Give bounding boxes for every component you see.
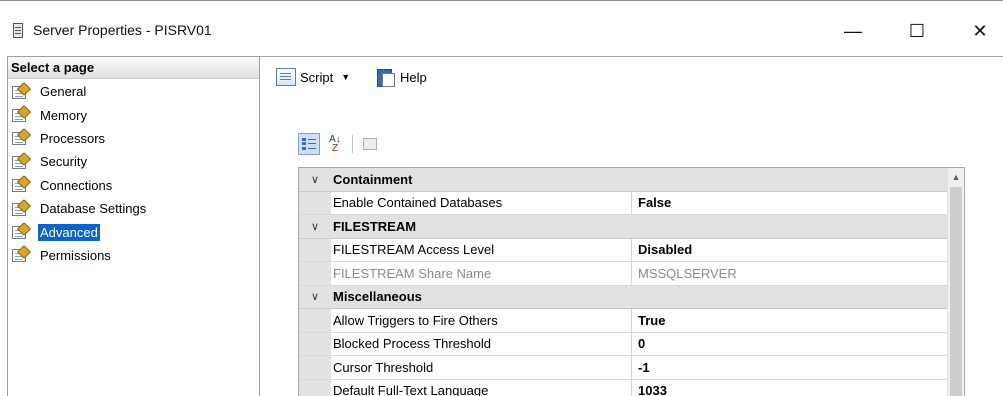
row-gutter bbox=[299, 379, 331, 396]
property-value[interactable]: False bbox=[632, 191, 949, 214]
row-gutter bbox=[299, 309, 331, 332]
property-grid-toolbar: A↓ Z bbox=[298, 131, 385, 157]
page-wrench-icon bbox=[12, 151, 32, 170]
property-row-filestream-share-name[interactable]: FILESTREAM Share Name MSSQLSERVER bbox=[299, 262, 949, 286]
advanced-page: Script ▼ Help A↓ Z ∨ Containment Enable … bbox=[260, 56, 1003, 396]
help-icon bbox=[377, 68, 395, 87]
property-name: FILESTREAM Access Level bbox=[331, 238, 632, 261]
page-wrench-icon bbox=[12, 128, 32, 146]
page-item-label: Processors bbox=[40, 130, 106, 146]
property-row-filestream-access-level[interactable]: FILESTREAM Access Level Disabled bbox=[299, 238, 949, 262]
select-page-pane: Select a page General Memory Processors … bbox=[7, 56, 260, 396]
row-gutter bbox=[299, 356, 331, 379]
property-row-allow-triggers[interactable]: Allow Triggers to Fire Others True bbox=[299, 309, 949, 333]
property-grid-rows: ∨ Containment Enable Contained Databases… bbox=[299, 168, 949, 396]
collapse-icon[interactable]: ∨ bbox=[299, 215, 331, 238]
category-row-containment[interactable]: ∨ Containment bbox=[299, 168, 949, 192]
row-gutter bbox=[299, 332, 331, 355]
page-item-label: Memory bbox=[40, 107, 87, 123]
page-item-database-settings[interactable]: Database Settings bbox=[8, 197, 259, 220]
page-wrench-icon bbox=[12, 245, 32, 263]
vertical-scrollbar[interactable]: ▲ bbox=[947, 168, 964, 396]
chevron-down-icon[interactable]: ▼ bbox=[341, 72, 350, 82]
page-item-connections[interactable]: Connections bbox=[8, 174, 259, 197]
scroll-up-icon[interactable]: ▲ bbox=[948, 168, 964, 185]
page-wrench-icon bbox=[12, 221, 32, 240]
category-row-filestream[interactable]: ∨ FILESTREAM bbox=[299, 215, 949, 239]
property-row-default-full-text-language[interactable]: Default Full-Text Language 1033 bbox=[299, 379, 949, 396]
help-button[interactable]: Help bbox=[377, 65, 427, 89]
page-item-label: Security bbox=[40, 154, 87, 170]
toolbar-separator bbox=[352, 135, 353, 153]
row-gutter bbox=[299, 191, 331, 214]
page-item-memory[interactable]: Memory bbox=[8, 103, 259, 126]
minimize-icon: — bbox=[844, 20, 862, 41]
minimize-button[interactable]: — bbox=[830, 13, 876, 49]
page-wrench-icon bbox=[12, 175, 32, 193]
page-item-general[interactable]: General bbox=[8, 80, 259, 103]
scroll-thumb[interactable] bbox=[950, 187, 962, 396]
page-wrench-icon bbox=[12, 105, 32, 123]
property-name: FILESTREAM Share Name bbox=[331, 262, 632, 285]
property-value[interactable]: True bbox=[632, 309, 949, 332]
property-name: Default Full-Text Language bbox=[331, 379, 632, 396]
property-value[interactable]: -1 bbox=[632, 356, 949, 379]
page-item-label: General bbox=[40, 84, 87, 100]
category-label: FILESTREAM bbox=[333, 218, 417, 234]
close-icon: ✕ bbox=[972, 20, 988, 41]
category-label: Miscellaneous bbox=[333, 289, 422, 305]
categorized-icon bbox=[302, 137, 316, 151]
maximize-icon: ☐ bbox=[908, 20, 926, 41]
page-item-label: Permissions bbox=[40, 247, 111, 263]
category-row-miscellaneous[interactable]: ∨ Miscellaneous bbox=[299, 285, 949, 309]
property-name: Allow Triggers to Fire Others bbox=[331, 309, 632, 332]
page-item-label: Connections bbox=[40, 177, 113, 193]
row-gutter bbox=[299, 262, 331, 285]
page-item-processors[interactable]: Processors bbox=[8, 127, 259, 150]
collapse-icon[interactable]: ∨ bbox=[299, 285, 331, 308]
toolbar: Script ▼ Help bbox=[260, 56, 1003, 96]
property-grid: ∨ Containment Enable Contained Databases… bbox=[298, 167, 965, 396]
property-row-blocked-process-threshold[interactable]: Blocked Process Threshold 0 bbox=[299, 332, 949, 356]
property-value[interactable]: 1033 bbox=[632, 379, 949, 396]
title-bar: Server Properties - PISRV01 — ☐ ✕ bbox=[0, 0, 1003, 56]
page-wrench-icon bbox=[12, 198, 32, 217]
property-pages-button[interactable] bbox=[359, 133, 381, 155]
property-pages-icon bbox=[363, 138, 377, 150]
page-wrench-icon bbox=[12, 81, 32, 100]
row-gutter bbox=[299, 238, 331, 261]
maximize-button[interactable]: ☐ bbox=[894, 13, 940, 49]
property-value[interactable]: Disabled bbox=[632, 238, 949, 261]
alphabetical-button[interactable]: A↓ Z bbox=[324, 133, 346, 155]
category-label: Containment bbox=[333, 171, 413, 187]
property-row-enable-contained-databases[interactable]: Enable Contained Databases False bbox=[299, 191, 949, 215]
page-item-advanced[interactable]: Advanced bbox=[8, 220, 259, 243]
property-name: Blocked Process Threshold bbox=[331, 332, 632, 355]
property-value: MSSQLSERVER bbox=[632, 262, 949, 285]
page-item-permissions[interactable]: Permissions bbox=[8, 244, 259, 267]
property-name: Enable Contained Databases bbox=[331, 191, 632, 214]
page-item-label: Advanced bbox=[38, 223, 100, 241]
property-row-cursor-threshold[interactable]: Cursor Threshold -1 bbox=[299, 356, 949, 380]
property-name: Cursor Threshold bbox=[331, 356, 632, 379]
property-value[interactable]: 0 bbox=[632, 332, 949, 355]
page-list: General Memory Processors Security Conne… bbox=[8, 79, 259, 267]
help-label: Help bbox=[400, 69, 427, 85]
close-button[interactable]: ✕ bbox=[957, 13, 1003, 49]
select-page-header: Select a page bbox=[8, 57, 259, 79]
script-icon bbox=[276, 68, 296, 86]
sort-alpha-sub: Z bbox=[331, 143, 339, 154]
page-item-security[interactable]: Security bbox=[8, 150, 259, 173]
page-item-label: Database Settings bbox=[40, 201, 147, 217]
window-title: Server Properties - PISRV01 bbox=[33, 22, 212, 38]
categorized-button[interactable] bbox=[298, 133, 320, 155]
server-properties-icon bbox=[13, 23, 23, 38]
collapse-icon[interactable]: ∨ bbox=[299, 168, 331, 191]
script-label: Script bbox=[300, 69, 334, 85]
script-button[interactable]: Script ▼ bbox=[276, 65, 352, 89]
